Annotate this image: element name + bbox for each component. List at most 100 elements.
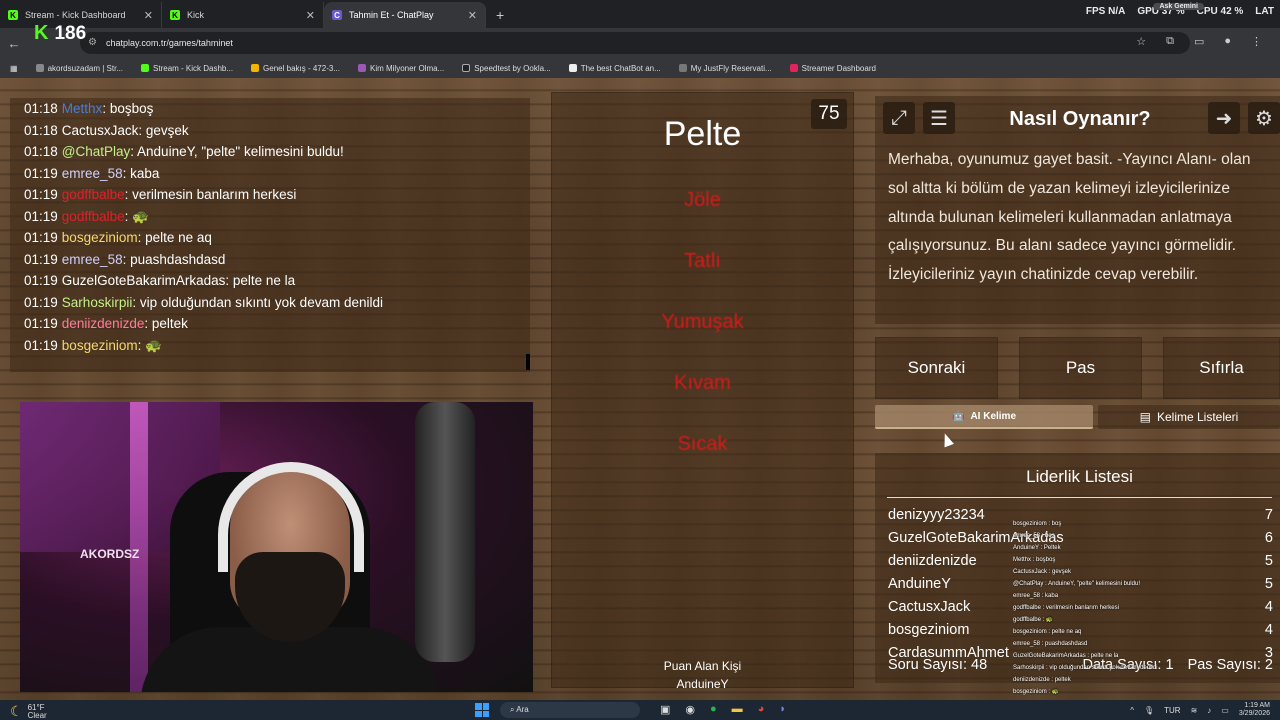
battery-icon[interactable]: ▭ [1221, 706, 1229, 715]
bookmark-label: Stream - Kick Dashb... [153, 63, 234, 73]
lang-indicator[interactable]: TUR [1164, 706, 1180, 715]
cast-icon[interactable]: ▭ [1194, 35, 1204, 48]
overlay-chat-line: Sarhoskirpii : vip olduğundan sıkıntı yo… [1013, 665, 1158, 671]
weather-widget[interactable]: ☾ 61°F Clear [10, 703, 47, 720]
tab-word-lists[interactable]: ▤ Kelime Listeleri [1098, 405, 1280, 429]
spotify-icon[interactable]: ● [710, 703, 717, 716]
chat-username[interactable]: bosgeziniom [62, 338, 138, 353]
reset-button[interactable]: Sıfırla [1163, 337, 1280, 399]
close-icon[interactable]: ✕ [468, 9, 477, 22]
tab-ai-word[interactable]: 🤖 AI Kelime [875, 405, 1093, 429]
microphone-icon [415, 402, 475, 662]
overlay-chat-line: Metthx : boşboş [1013, 557, 1056, 563]
taskbar-search[interactable]: ⌕ Ara [500, 702, 640, 718]
chat-message: 01:19 emree_58: puashdashdasd [24, 249, 516, 271]
chrome-icon[interactable]: ◕ [758, 703, 765, 716]
folder-icon[interactable]: ▬ [732, 703, 743, 716]
discord-icon[interactable]: ◗ [779, 703, 786, 716]
chatplay-icon: C [332, 10, 342, 20]
chat-username[interactable]: deniizdenizde [62, 316, 145, 331]
apps-grid-icon[interactable]: ▦ [10, 64, 18, 73]
close-icon[interactable]: ✕ [144, 9, 153, 22]
bookmark-item[interactable]: Speedtest by Ookla... [462, 64, 551, 73]
chat-username[interactable]: GuzelGoteBakarimArkadas [62, 273, 226, 288]
chat-time: 01:19 [24, 251, 58, 267]
tab-kick[interactable]: K Kick ✕ [162, 2, 324, 28]
chat-username[interactable]: emree_58 [62, 166, 123, 181]
chat-time: 01:18 [24, 144, 58, 159]
bookmark-item[interactable]: Genel bakış - 472-3... [251, 64, 340, 73]
overlay-chat-line: bosgeziniom : pelte ne aq [1013, 629, 1082, 635]
windows-start-icon[interactable] [475, 703, 489, 717]
chat-username[interactable]: CactusxJack [62, 123, 139, 138]
mic-icon[interactable]: 🎙 [1144, 706, 1154, 715]
bookmark-item[interactable]: Kim Milyoner Olma... [357, 64, 444, 73]
chat-message: 01:19 deniizdenizde: peltek [24, 313, 516, 335]
site-info-icon[interactable]: ⚙ [88, 37, 97, 48]
task-view-icon[interactable]: ▣ [660, 703, 670, 716]
taboo-word: Yumuşak [661, 311, 744, 333]
chat-message: 01:19 godffbalbe: 🐢 [24, 206, 516, 228]
webcam-feed: AKORDSZ [20, 402, 533, 692]
url-field[interactable]: ⚙ chatplay.com.tr/games/tahminet [80, 32, 1190, 54]
chat-text: : pelte ne aq [137, 230, 212, 245]
chat-message: 01:19 bosgeziniom: pelte ne aq [24, 227, 516, 249]
bookmark-favicon-icon [678, 64, 687, 72]
kick-icon [141, 64, 150, 72]
kick-logo-icon: K [34, 22, 49, 44]
next-button[interactable]: Sonraki [875, 337, 998, 399]
chat-username[interactable]: Sarhoskirpii [62, 295, 133, 310]
tab-chatplay[interactable]: C Tahmin Et - ChatPlay ✕ [324, 2, 486, 28]
bookmark-item[interactable]: Streamer Dashboard [789, 64, 876, 73]
address-bar-row: ← ⚙ chatplay.com.tr/games/tahminet ☆ ⧉ ▭… [0, 28, 1280, 58]
menu-icon[interactable]: ⋮ [1251, 35, 1262, 48]
close-icon[interactable]: ✕ [306, 9, 315, 22]
overlay-chat-line: AnduineY : Peltek [1013, 545, 1061, 551]
extensions-icon[interactable]: ⧉ [1166, 35, 1174, 48]
chat-username[interactable]: @ChatPlay [62, 144, 130, 159]
chat-username[interactable]: godffbalbe [62, 209, 125, 224]
chat-username[interactable]: bosgeziniom [62, 230, 138, 245]
pass-button[interactable]: Pas [1019, 337, 1142, 399]
bookmark-item[interactable]: My JustFly Reservati... [678, 64, 772, 73]
wifi-icon[interactable]: ≋ [1191, 706, 1198, 715]
leaderboard-score: 7 [1264, 507, 1273, 523]
logout-icon[interactable]: ➜ [1208, 102, 1240, 134]
bookmark-favicon-icon [568, 64, 577, 72]
chat-panel: 01:18 Metthx: boşboş 01:18 CactusxJack: gev… [10, 98, 530, 372]
back-icon[interactable]: ← [0, 36, 28, 51]
chat-message: 01:18 Metthx: boşboş [24, 98, 516, 120]
viewer-count: 186 [54, 22, 87, 44]
overlay-chat-line: godffbalbe : 🐢 [1013, 617, 1054, 623]
chat-message: 01:19 godffbalbe: verilmesin banlarım her… [24, 184, 516, 206]
chat-message: 01:19 GuzelGoteBakarimArkadas: pelte ne l… [24, 270, 516, 292]
leaderboard-score: 4 [1264, 599, 1273, 615]
bookmark-item[interactable]: Stream - Kick Dashb... [141, 64, 233, 73]
profile-icon[interactable]: ● [1224, 35, 1231, 48]
kick-icon: K [8, 10, 18, 20]
overlay-chat-line: bosgeziniom : 🐢 [1013, 689, 1060, 695]
kick-icon: K [170, 10, 180, 20]
chat-text: : peltek [144, 316, 188, 331]
ask-gemini-pill[interactable]: Ask Gemini [1153, 3, 1204, 10]
chat-username[interactable]: godffbalbe [62, 187, 125, 202]
bookmark-label: The best ChatBot an... [580, 63, 661, 73]
chat-scrollbar[interactable] [526, 354, 530, 370]
chat-time: 01:19 [24, 230, 58, 245]
chat-time: 01:19 [24, 294, 58, 310]
tab-title: Kick [187, 10, 205, 20]
bookmark-item[interactable]: akordsuzadam | Str... [35, 64, 123, 73]
chevron-up-icon[interactable]: ^ [1130, 706, 1134, 715]
clock[interactable]: 1:19 AM 3/29/2026 [1239, 702, 1270, 718]
bookmark-item[interactable]: The best ChatBot an... [568, 63, 661, 73]
volume-icon[interactable]: ♪ [1207, 706, 1211, 715]
new-tab-button[interactable]: + [486, 7, 514, 28]
chat-text: : AnduineY, "pelte" kelimesini buldu! [130, 144, 344, 159]
obs-icon[interactable]: ◉ [685, 703, 695, 716]
chat-username[interactable]: emree_58 [62, 252, 123, 267]
chat-username[interactable]: Metthx [62, 101, 103, 116]
chat-time: 01:19 [24, 273, 58, 288]
gear-icon[interactable]: ⚙ [1248, 102, 1280, 134]
bookmark-star-icon[interactable]: ☆ [1136, 35, 1146, 48]
chat-text: : puashdashdasd [122, 251, 226, 267]
